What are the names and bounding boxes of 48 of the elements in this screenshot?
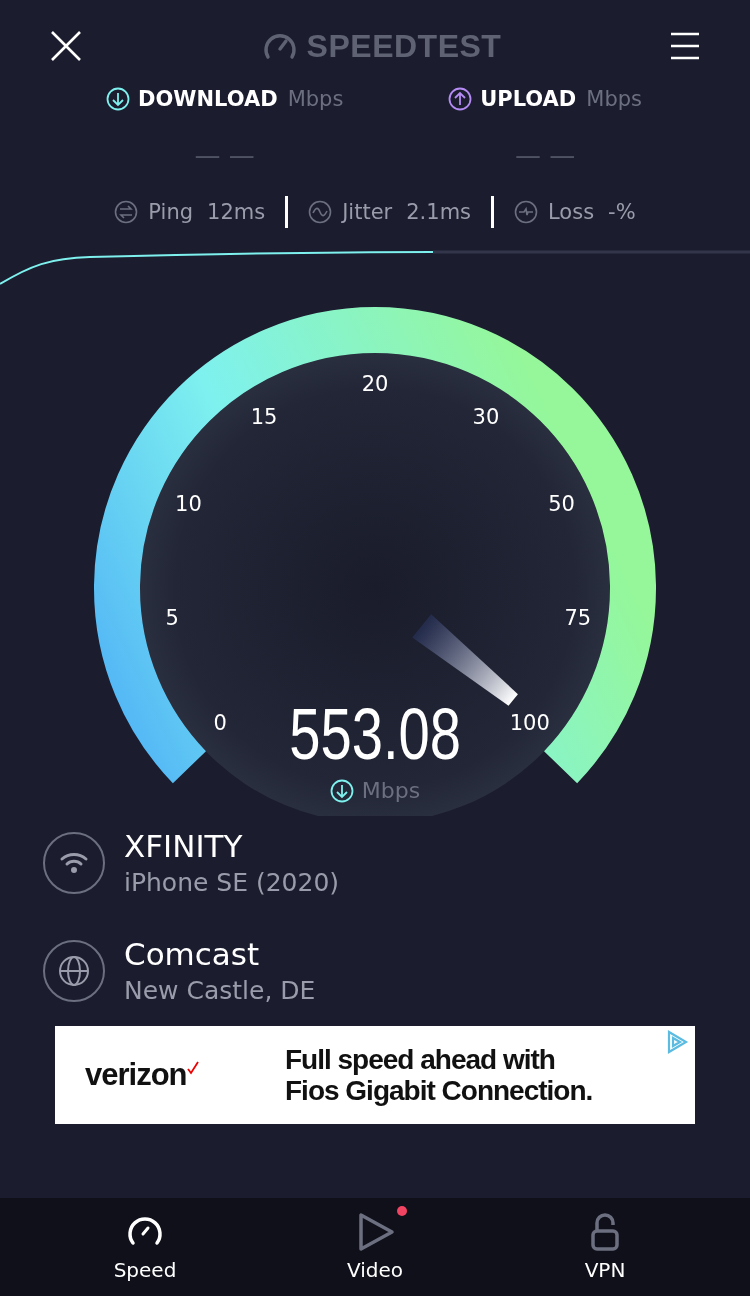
result-value: — — [194,140,255,172]
upload-icon [448,87,473,111]
metric-label: Jitter [342,200,393,224]
result-label: DOWNLOAD [138,87,278,111]
check-icon [186,1061,199,1075]
gauge-tick-label: 75 [564,606,592,631]
ping-icon [114,200,139,224]
metric-value: 2.1ms [406,200,472,224]
close-icon[interactable] [50,30,82,62]
download-icon [106,87,130,111]
wifi-icon[interactable] [42,831,106,895]
globe-icon[interactable] [42,939,106,1003]
ad-banner[interactable]: verizon Full speed ahead with Fios Gigabit Connection. [55,1026,695,1124]
tab[interactable]: Speed [75,1198,215,1296]
metric-value: 12ms [207,200,266,224]
network-name: Comcast [124,935,261,974]
gauge-tick-label: 30 [472,404,500,429]
network-name: XFINITY [124,827,244,866]
result-value: — — [514,140,576,172]
ad-text: Full speed ahead with [285,1044,556,1075]
gauge-tick-label: 20 [361,372,389,396]
app-logo: SPEEDTEST [306,27,502,65]
speed-unit: Mbps [361,778,421,803]
unit-label: Mbps [586,87,642,111]
gauge-tick-label: 10 [175,492,202,516]
network-detail: iPhone SE (2020) [124,867,340,899]
menu-icon[interactable] [670,32,700,60]
network-detail: New Castle, DE [124,975,316,1007]
brand-logo: verizon [85,1057,187,1093]
ad-text: Fios Gigabit Connection. [285,1075,593,1106]
tab[interactable]: VPN [535,1198,675,1296]
unit-label: Mbps [287,87,344,111]
metric-label: Ping [148,200,194,224]
download-icon [329,778,354,803]
notification-dot [397,1206,407,1216]
gauge-tick-label: 50 [548,492,575,516]
gauge-icon [262,31,297,61]
gauge-tick-label: 15 [250,404,278,429]
metric-label: Loss [548,200,595,224]
tab[interactable]: Video [305,1198,445,1296]
speed-value: 553.08 [289,694,461,774]
metric-value: -% [608,200,636,224]
loss-icon [514,200,539,224]
gauge-tick-label: 0 [213,711,227,736]
wave-icon [308,200,333,224]
gauge-tick-label: 100 [509,711,550,736]
result-label: UPLOAD [480,87,577,111]
gauge-tick-label: 5 [165,606,179,631]
